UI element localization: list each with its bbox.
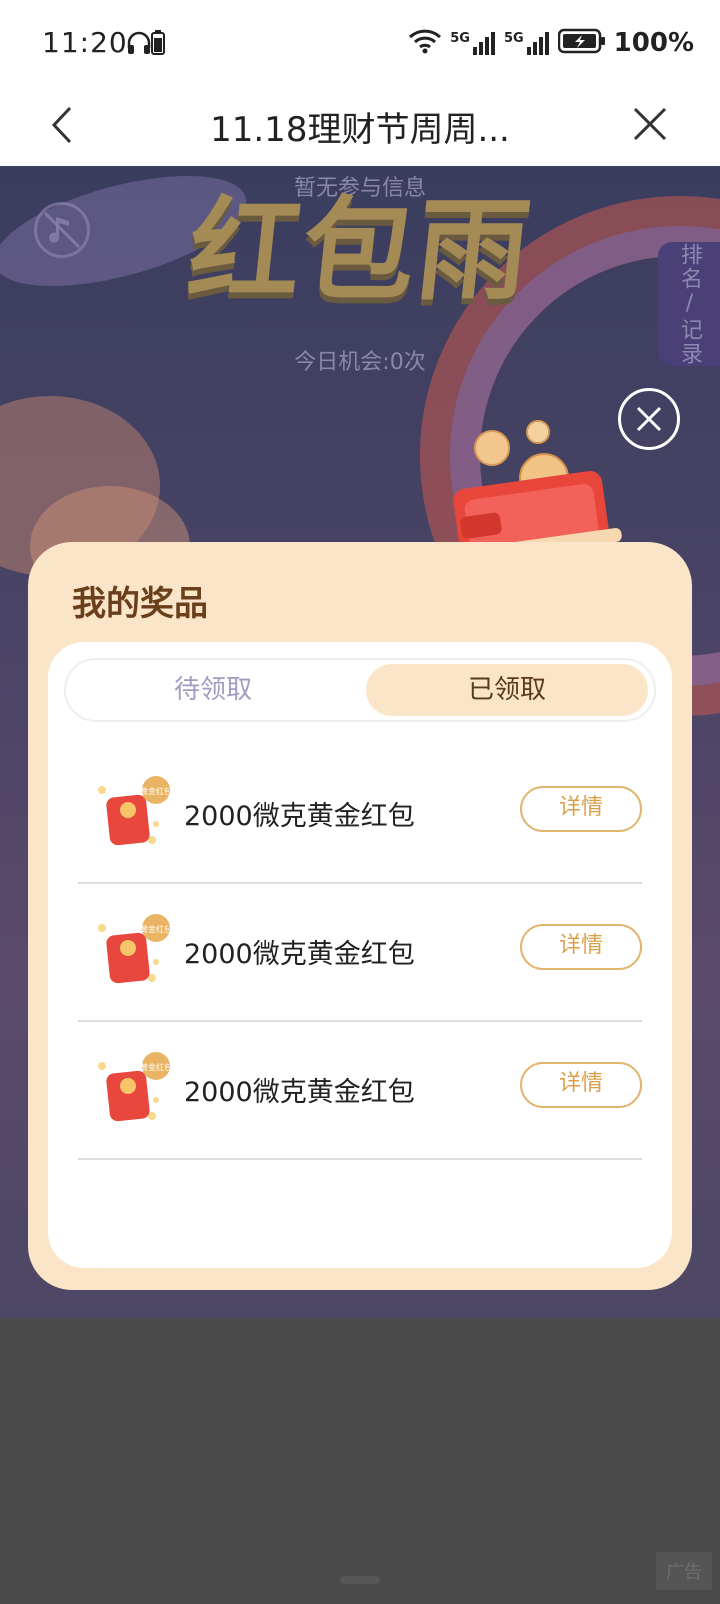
home-indicator <box>340 1576 380 1584</box>
status-bar: 11:20 5G 5G 100% <box>0 0 720 88</box>
page-title: 11.18理财节周周... <box>210 110 510 150</box>
list-item: 黄金红包 2000微克黄金红包 详情 <box>78 884 642 1022</box>
music-off-icon <box>43 211 81 249</box>
modal-close-button[interactable] <box>618 388 680 450</box>
red-envelope-icon: 黄金红包 <box>90 1046 180 1136</box>
network-type-1: 5G <box>450 31 470 46</box>
status-time: 11:20 <box>42 26 128 59</box>
red-envelope-icon: 黄金红包 <box>90 770 180 860</box>
modal-title: 我的奖品 <box>72 584 208 624</box>
chances-today: 今日机会:0次 <box>294 350 426 375</box>
prize-tabs: 待领取 已领取 <box>64 658 656 722</box>
detail-button[interactable]: 详情 <box>520 1062 642 1108</box>
detail-button[interactable]: 详情 <box>520 786 642 832</box>
list-item: 黄金红包 2000微克黄金红包 详情 <box>78 746 642 884</box>
close-circle-icon <box>636 406 662 432</box>
rank-record-tab[interactable]: 排名/记录 <box>658 242 720 366</box>
list-item: 黄金红包 2000微克黄金红包 详情 <box>78 1022 642 1160</box>
signal-5g-icon-1: 5G <box>450 31 496 55</box>
tab-claimed[interactable]: 已领取 <box>366 664 648 716</box>
status-indicators: 5G 5G 100% <box>408 28 694 58</box>
battery-charging-icon <box>557 28 606 58</box>
detail-button[interactable]: 详情 <box>520 924 642 970</box>
banner-title: 红包雨 <box>182 186 538 316</box>
battery-percent: 100% <box>613 28 694 58</box>
my-prizes-modal: 我的奖品 待领取 已领取 黄金红包 2000微克黄金红包 详情 黄金红包 200… <box>28 542 692 1290</box>
bottom-area: 广告 <box>0 1318 720 1604</box>
headphone-icon <box>126 30 152 60</box>
modal-content: 待领取 已领取 黄金红包 2000微克黄金红包 详情 黄金红包 2000微克黄金… <box>48 642 672 1268</box>
signal-5g-icon-2: 5G <box>504 31 550 55</box>
gold-badge-text: 黄金红包 <box>140 1062 172 1072</box>
gold-badge-text: 黄金红包 <box>140 924 172 934</box>
prize-list: 黄金红包 2000微克黄金红包 详情 黄金红包 2000微克黄金红包 详情 黄金… <box>78 746 642 1160</box>
prize-name: 2000微克黄金红包 <box>184 801 415 832</box>
prize-name: 2000微克黄金红包 <box>184 939 415 970</box>
ad-label: 广告 <box>656 1552 712 1590</box>
tab-pending[interactable]: 待领取 <box>70 664 356 716</box>
wifi-icon <box>408 28 442 58</box>
network-type-2: 5G <box>503 31 524 46</box>
prize-name: 2000微克黄金红包 <box>184 1077 415 1108</box>
music-toggle-button[interactable] <box>34 202 90 258</box>
gold-badge-text: 黄金红包 <box>140 786 172 796</box>
battery-small-icon <box>150 30 166 60</box>
close-icon[interactable] <box>632 106 668 142</box>
red-envelope-icon: 黄金红包 <box>90 908 180 998</box>
nav-bar: 11.18理财节周周... <box>0 88 720 166</box>
